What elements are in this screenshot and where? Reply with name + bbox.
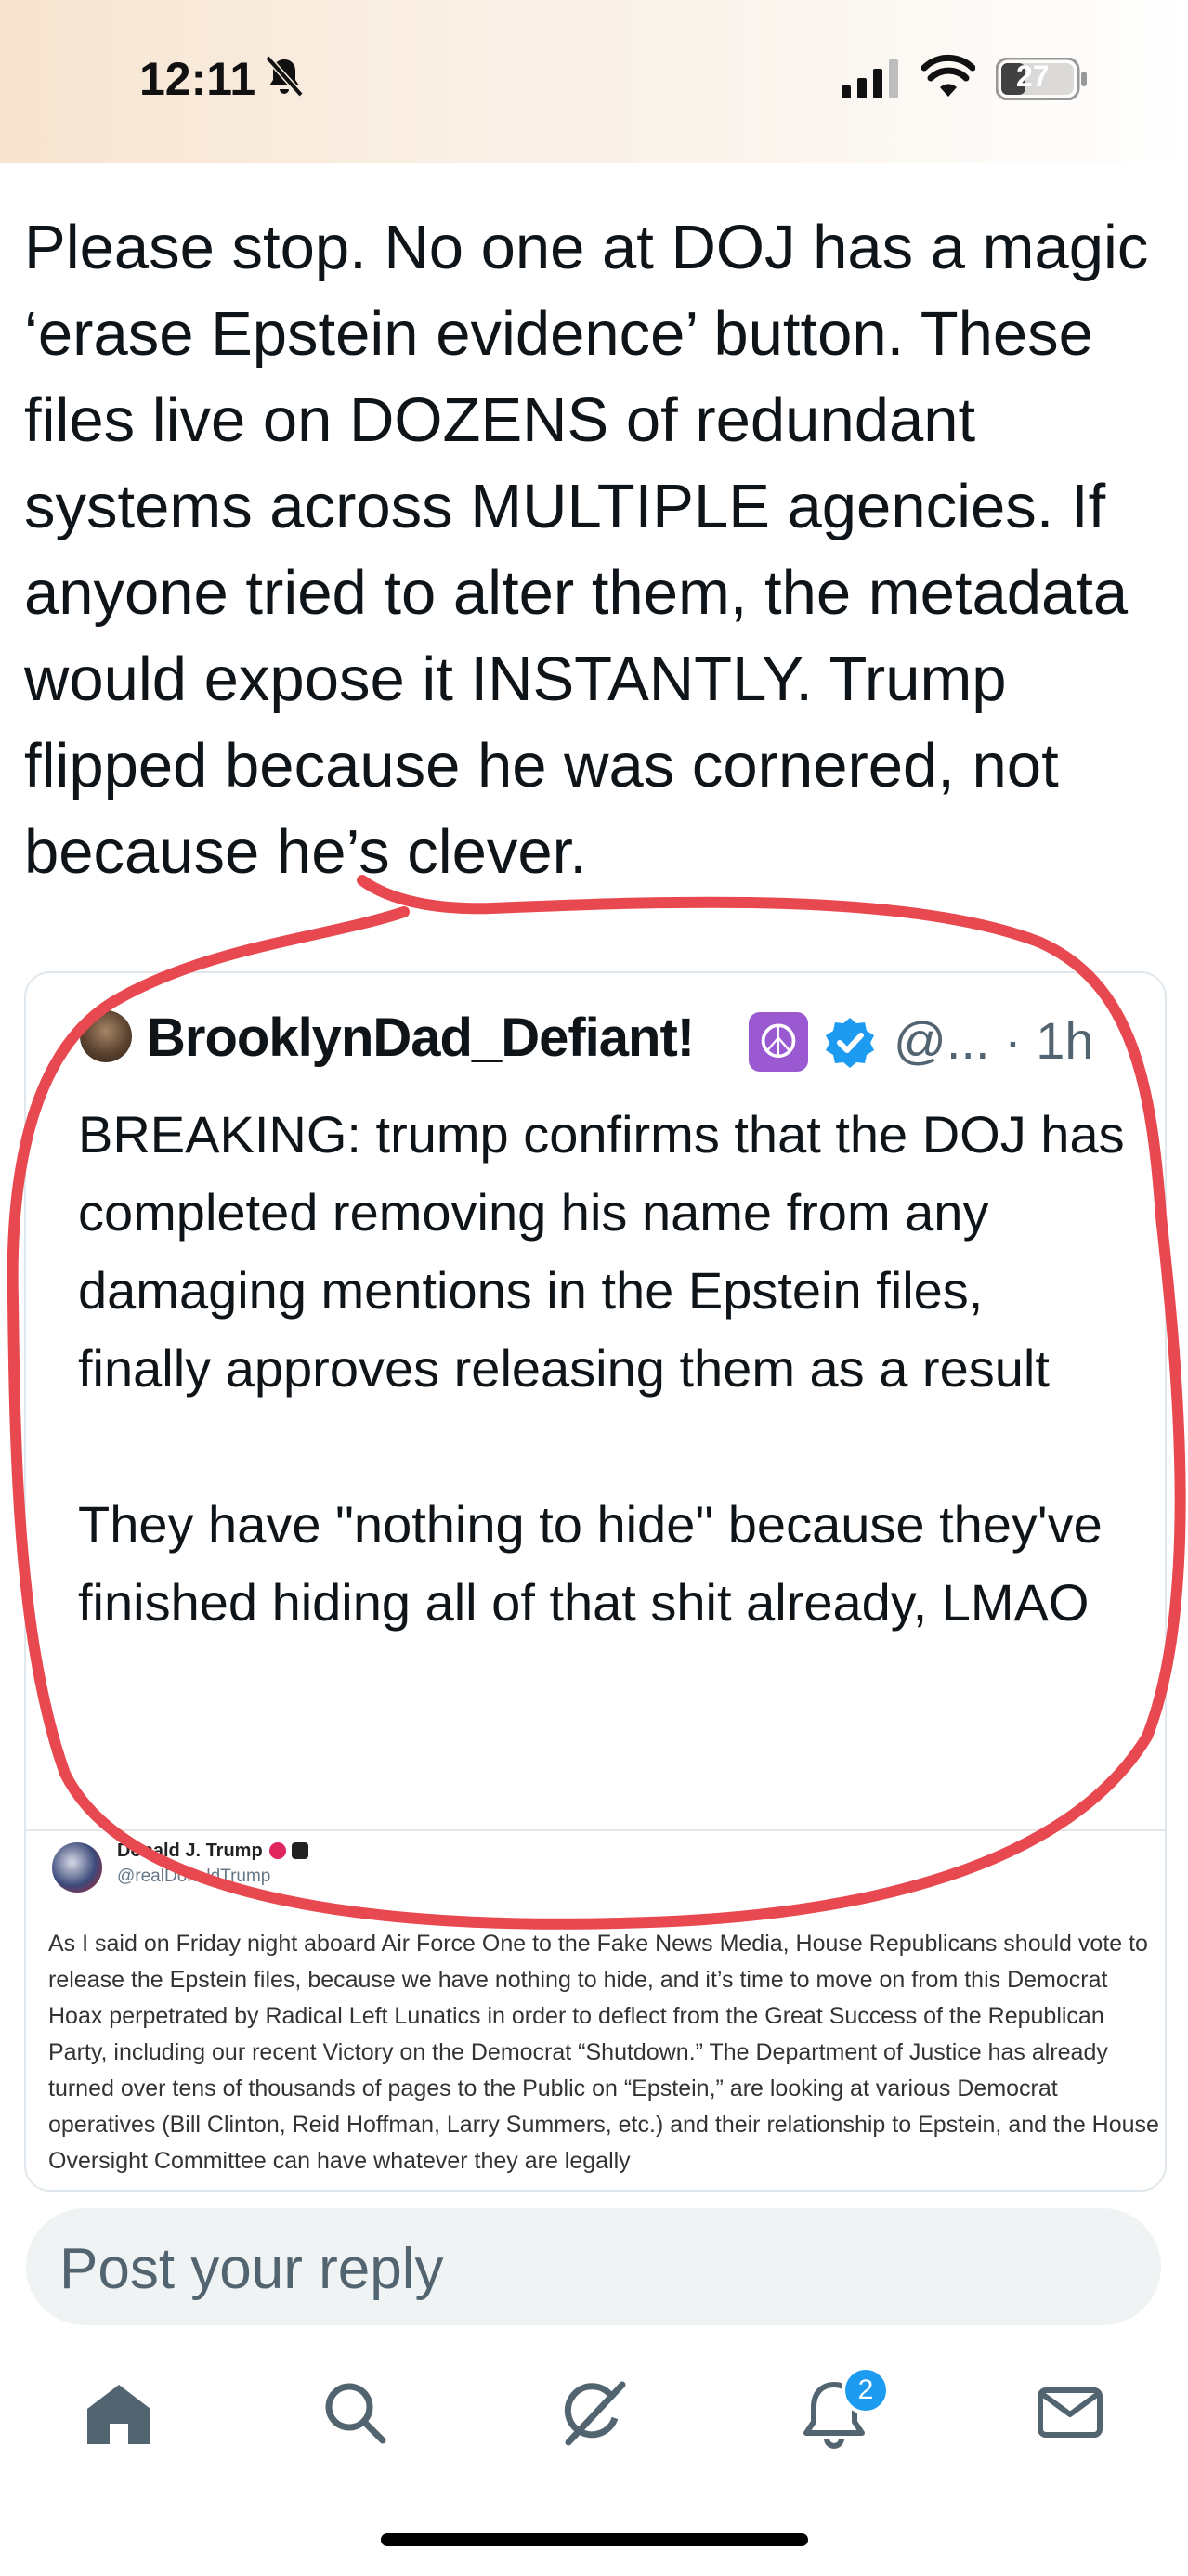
peace-icon: ☮ xyxy=(749,1012,808,1072)
home-icon[interactable] xyxy=(82,2375,156,2450)
status-time: 12:11 xyxy=(139,53,256,105)
verified-badge-icon xyxy=(826,1018,874,1068)
wifi-icon xyxy=(921,54,975,97)
notification-badge: 2 xyxy=(842,2366,890,2414)
badge-icon xyxy=(292,1842,308,1859)
quoted-post-card[interactable]: BrooklynDad_Defiant! ☮ @... · 1h BREAKIN… xyxy=(24,971,1167,2192)
tab-bar xyxy=(0,2355,1188,2476)
badge-icon xyxy=(269,1842,286,1859)
post-text: Please stop. No one at DOJ has a magic ‘… xyxy=(24,213,1149,887)
reply-input[interactable]: Post your reply xyxy=(26,2208,1161,2325)
messages-icon[interactable] xyxy=(1033,2375,1107,2450)
status-bar: 12:11 27 xyxy=(0,0,1188,163)
quote-handle-time: @... · 1h xyxy=(894,1011,1094,1070)
avatar[interactable] xyxy=(80,1010,132,1062)
avatar xyxy=(52,1842,102,1893)
embedded-screenshot[interactable]: Donald J. Trump @realDonaldTrump As I sa… xyxy=(26,1829,1165,2190)
embedded-author-name: Donald J. Trump xyxy=(117,1841,263,1861)
quote-author-name[interactable]: BrooklynDad_Defiant! xyxy=(147,1007,695,1069)
embedded-author-handle: @realDonaldTrump xyxy=(117,1867,271,1886)
embedded-post-text: As I said on Friday night aboard Air For… xyxy=(48,1931,1159,2174)
bell-slash-icon xyxy=(265,55,304,98)
signal-icon xyxy=(842,59,898,98)
reply-placeholder: Post your reply xyxy=(59,2237,444,2301)
quote-text: BREAKING: trump confirms that the DOJ ha… xyxy=(78,1105,1125,1632)
battery-level: 27 xyxy=(1016,59,1050,93)
grok-icon[interactable] xyxy=(555,2375,630,2450)
search-icon[interactable] xyxy=(318,2375,392,2450)
home-indicator[interactable] xyxy=(381,2533,808,2546)
